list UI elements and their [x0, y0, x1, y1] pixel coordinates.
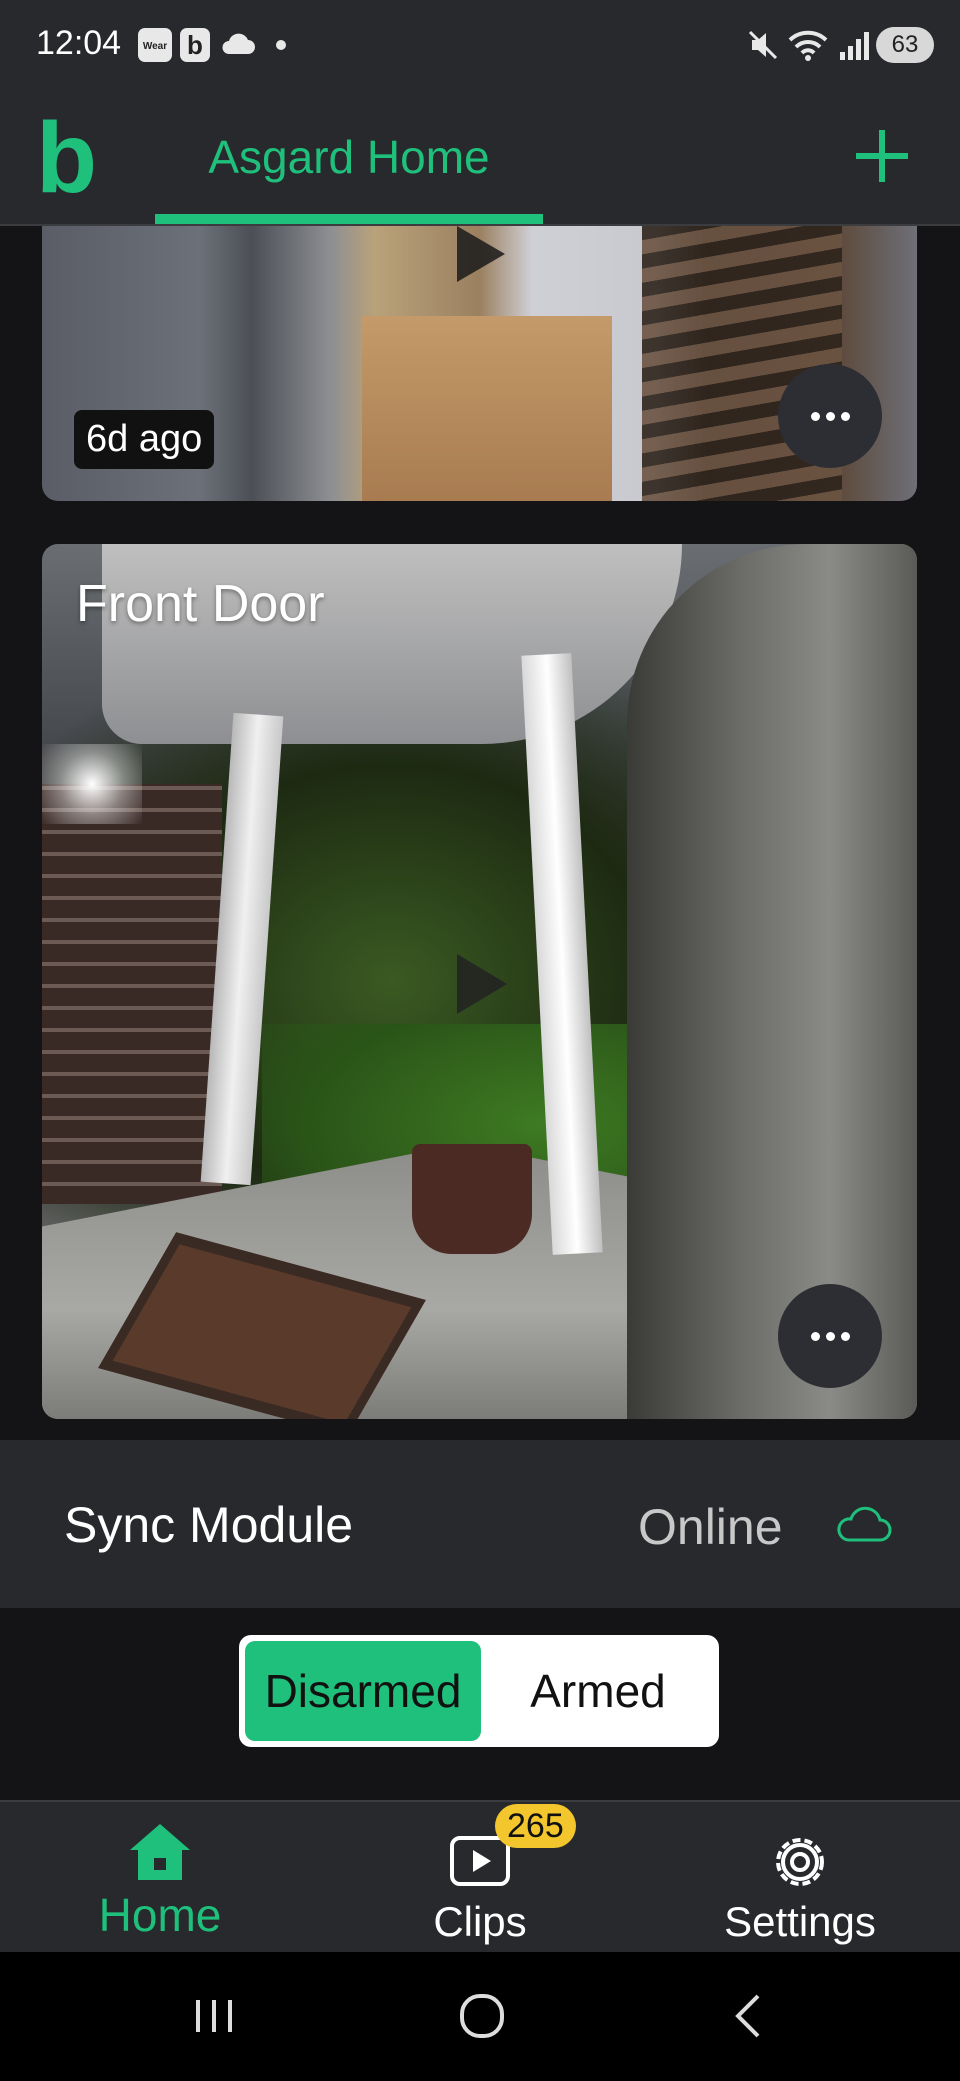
b-app-label: b: [187, 30, 203, 60]
camera-thumbnail-planter: [412, 1144, 532, 1254]
arm-toggle: Disarmed Armed: [239, 1635, 719, 1747]
bottom-nav: Home 265 Clips Settings: [0, 1800, 960, 1952]
cloud-icon: [222, 33, 255, 54]
play-icon[interactable]: [457, 226, 505, 282]
tab-active-indicator: [155, 214, 543, 224]
app-header: b Asgard Home: [0, 90, 960, 226]
sync-module-status: Online: [638, 1499, 783, 1555]
camera-more-button[interactable]: [778, 364, 882, 468]
nav-settings-label: Settings: [724, 1898, 876, 1945]
nav-settings[interactable]: Settings: [640, 1802, 960, 1952]
sync-module-title: Sync Module: [64, 1497, 354, 1553]
disarmed-option[interactable]: Disarmed: [245, 1641, 481, 1741]
camera-card[interactable]: 6d ago: [42, 226, 917, 501]
recent-apps-icon[interactable]: [184, 1986, 244, 2046]
wear-icon: Wear: [138, 28, 172, 62]
home-icon: [130, 1824, 190, 1880]
wifi-icon: [788, 30, 828, 61]
camera-more-button[interactable]: [778, 1284, 882, 1388]
dot-icon: [276, 40, 286, 50]
nav-home[interactable]: Home: [0, 1802, 320, 1952]
b-app-icon: b: [180, 28, 210, 62]
sync-module-row[interactable]: Sync Module Online: [0, 1440, 960, 1608]
nav-home-label: Home: [98, 1889, 222, 1941]
nav-clips[interactable]: 265 Clips: [320, 1802, 640, 1952]
home-system-icon[interactable]: [452, 1986, 512, 2046]
blink-logo: b: [36, 102, 98, 214]
camera-card-front-door[interactable]: Front Door: [42, 544, 917, 1419]
battery-indicator: 63: [876, 27, 934, 63]
tab-label: Asgard Home: [208, 131, 490, 183]
wear-label: Wear: [142, 41, 168, 52]
camera-thumbnail-wall: [42, 784, 222, 1204]
cloud-icon: [837, 1506, 892, 1542]
back-icon[interactable]: [720, 1986, 780, 2046]
gear-icon: [776, 1838, 824, 1886]
play-icon[interactable]: [457, 954, 507, 1014]
mute-icon: [748, 30, 778, 60]
nav-clips-label: Clips: [433, 1898, 527, 1945]
last-seen-badge: 6d ago: [74, 410, 215, 469]
add-device-button[interactable]: [852, 126, 912, 186]
tab-system-home[interactable]: Asgard Home: [155, 90, 543, 224]
camera-thumbnail-light: [42, 744, 142, 824]
status-bar: 12:04 Wear b 63: [0, 0, 960, 90]
camera-name: Front Door: [76, 575, 325, 633]
signal-icon: [840, 32, 869, 60]
camera-thumbnail-stone: [627, 544, 917, 1419]
clips-count-badge: 265: [495, 1804, 576, 1848]
status-time: 12:04: [36, 24, 122, 62]
armed-option[interactable]: Armed: [483, 1641, 713, 1741]
system-nav-bar: [0, 1952, 960, 2081]
camera-thumbnail-floor: [362, 316, 612, 501]
